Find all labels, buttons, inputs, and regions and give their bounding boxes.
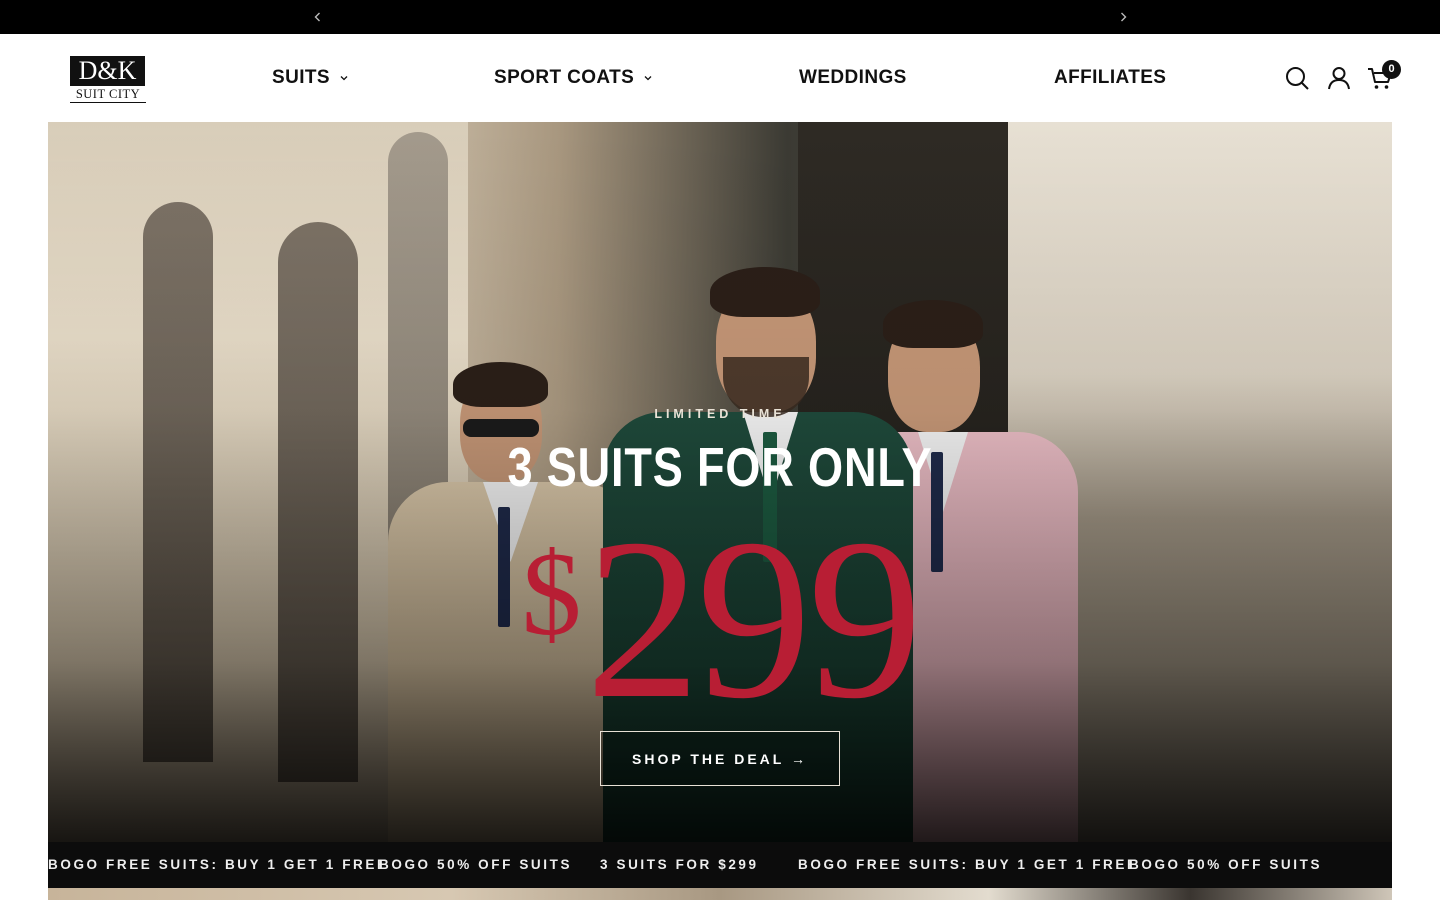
announcement-prev-button[interactable] xyxy=(310,9,326,25)
marquee-item: BOGO FREE SUITS: BUY 1 GET 1 FREE xyxy=(48,857,389,872)
nav-item-label: WEDDINGS xyxy=(799,67,907,88)
hero-price: $299 xyxy=(48,504,1392,734)
cart-count-badge: 0 xyxy=(1382,60,1401,79)
hero-banner: LIMITED TIME 3 SUITS FOR ONLY $299 SHOP … xyxy=(48,122,1392,842)
logo-monogram: D&K xyxy=(70,56,145,86)
chevron-down-icon xyxy=(644,76,652,81)
chevron-down-icon xyxy=(340,76,348,81)
hero-eyebrow: LIMITED TIME xyxy=(654,407,786,421)
next-section-preview xyxy=(48,888,1392,900)
announcement-bar xyxy=(0,0,1440,34)
marquee-item: 3 SUITS FOR $299 xyxy=(600,857,759,872)
marquee-item: BOGO 50% OFF SUITS xyxy=(1129,857,1323,872)
announcement-next-button[interactable] xyxy=(1115,9,1131,25)
site-logo[interactable]: D&K SUIT CITY xyxy=(70,56,146,103)
logo-subtitle: SUIT CITY xyxy=(70,88,146,103)
price-value: 299 xyxy=(585,491,923,746)
marquee-item: BOGO FREE SUITS: BUY 1 GET 1 FREE xyxy=(798,857,1139,872)
promo-marquee: BOGO FREE SUITS: BUY 1 GET 1 FREE BOGO 5… xyxy=(48,842,1392,888)
nav-item-affiliates[interactable]: AFFILIATES xyxy=(1054,67,1166,89)
nav-item-sport-coats[interactable]: SPORT COATS xyxy=(494,67,652,89)
marquee-item: BOGO 50% OFF SUITS xyxy=(379,857,573,872)
site-header: D&K SUIT CITY SUITS SPORT COATS WEDDINGS… xyxy=(0,34,1440,122)
hero-headline: 3 SUITS FOR ONLY xyxy=(507,436,933,498)
price-currency-symbol: $ xyxy=(521,527,582,660)
account-icon xyxy=(1328,67,1350,90)
nav-item-label: AFFILIATES xyxy=(1054,67,1167,88)
nav-item-label: SPORT COATS xyxy=(494,67,635,88)
shop-the-deal-button[interactable]: SHOP THE DEAL → xyxy=(600,731,840,786)
chevron-left-icon xyxy=(314,12,320,22)
nav-item-suits[interactable]: SUITS xyxy=(272,67,348,89)
search-icon xyxy=(1286,67,1309,90)
search-button[interactable] xyxy=(1284,65,1310,91)
nav-item-weddings[interactable]: WEDDINGS xyxy=(799,67,907,89)
account-button[interactable] xyxy=(1326,65,1352,91)
chevron-right-icon xyxy=(1121,12,1127,22)
nav-item-label: SUITS xyxy=(272,67,330,88)
